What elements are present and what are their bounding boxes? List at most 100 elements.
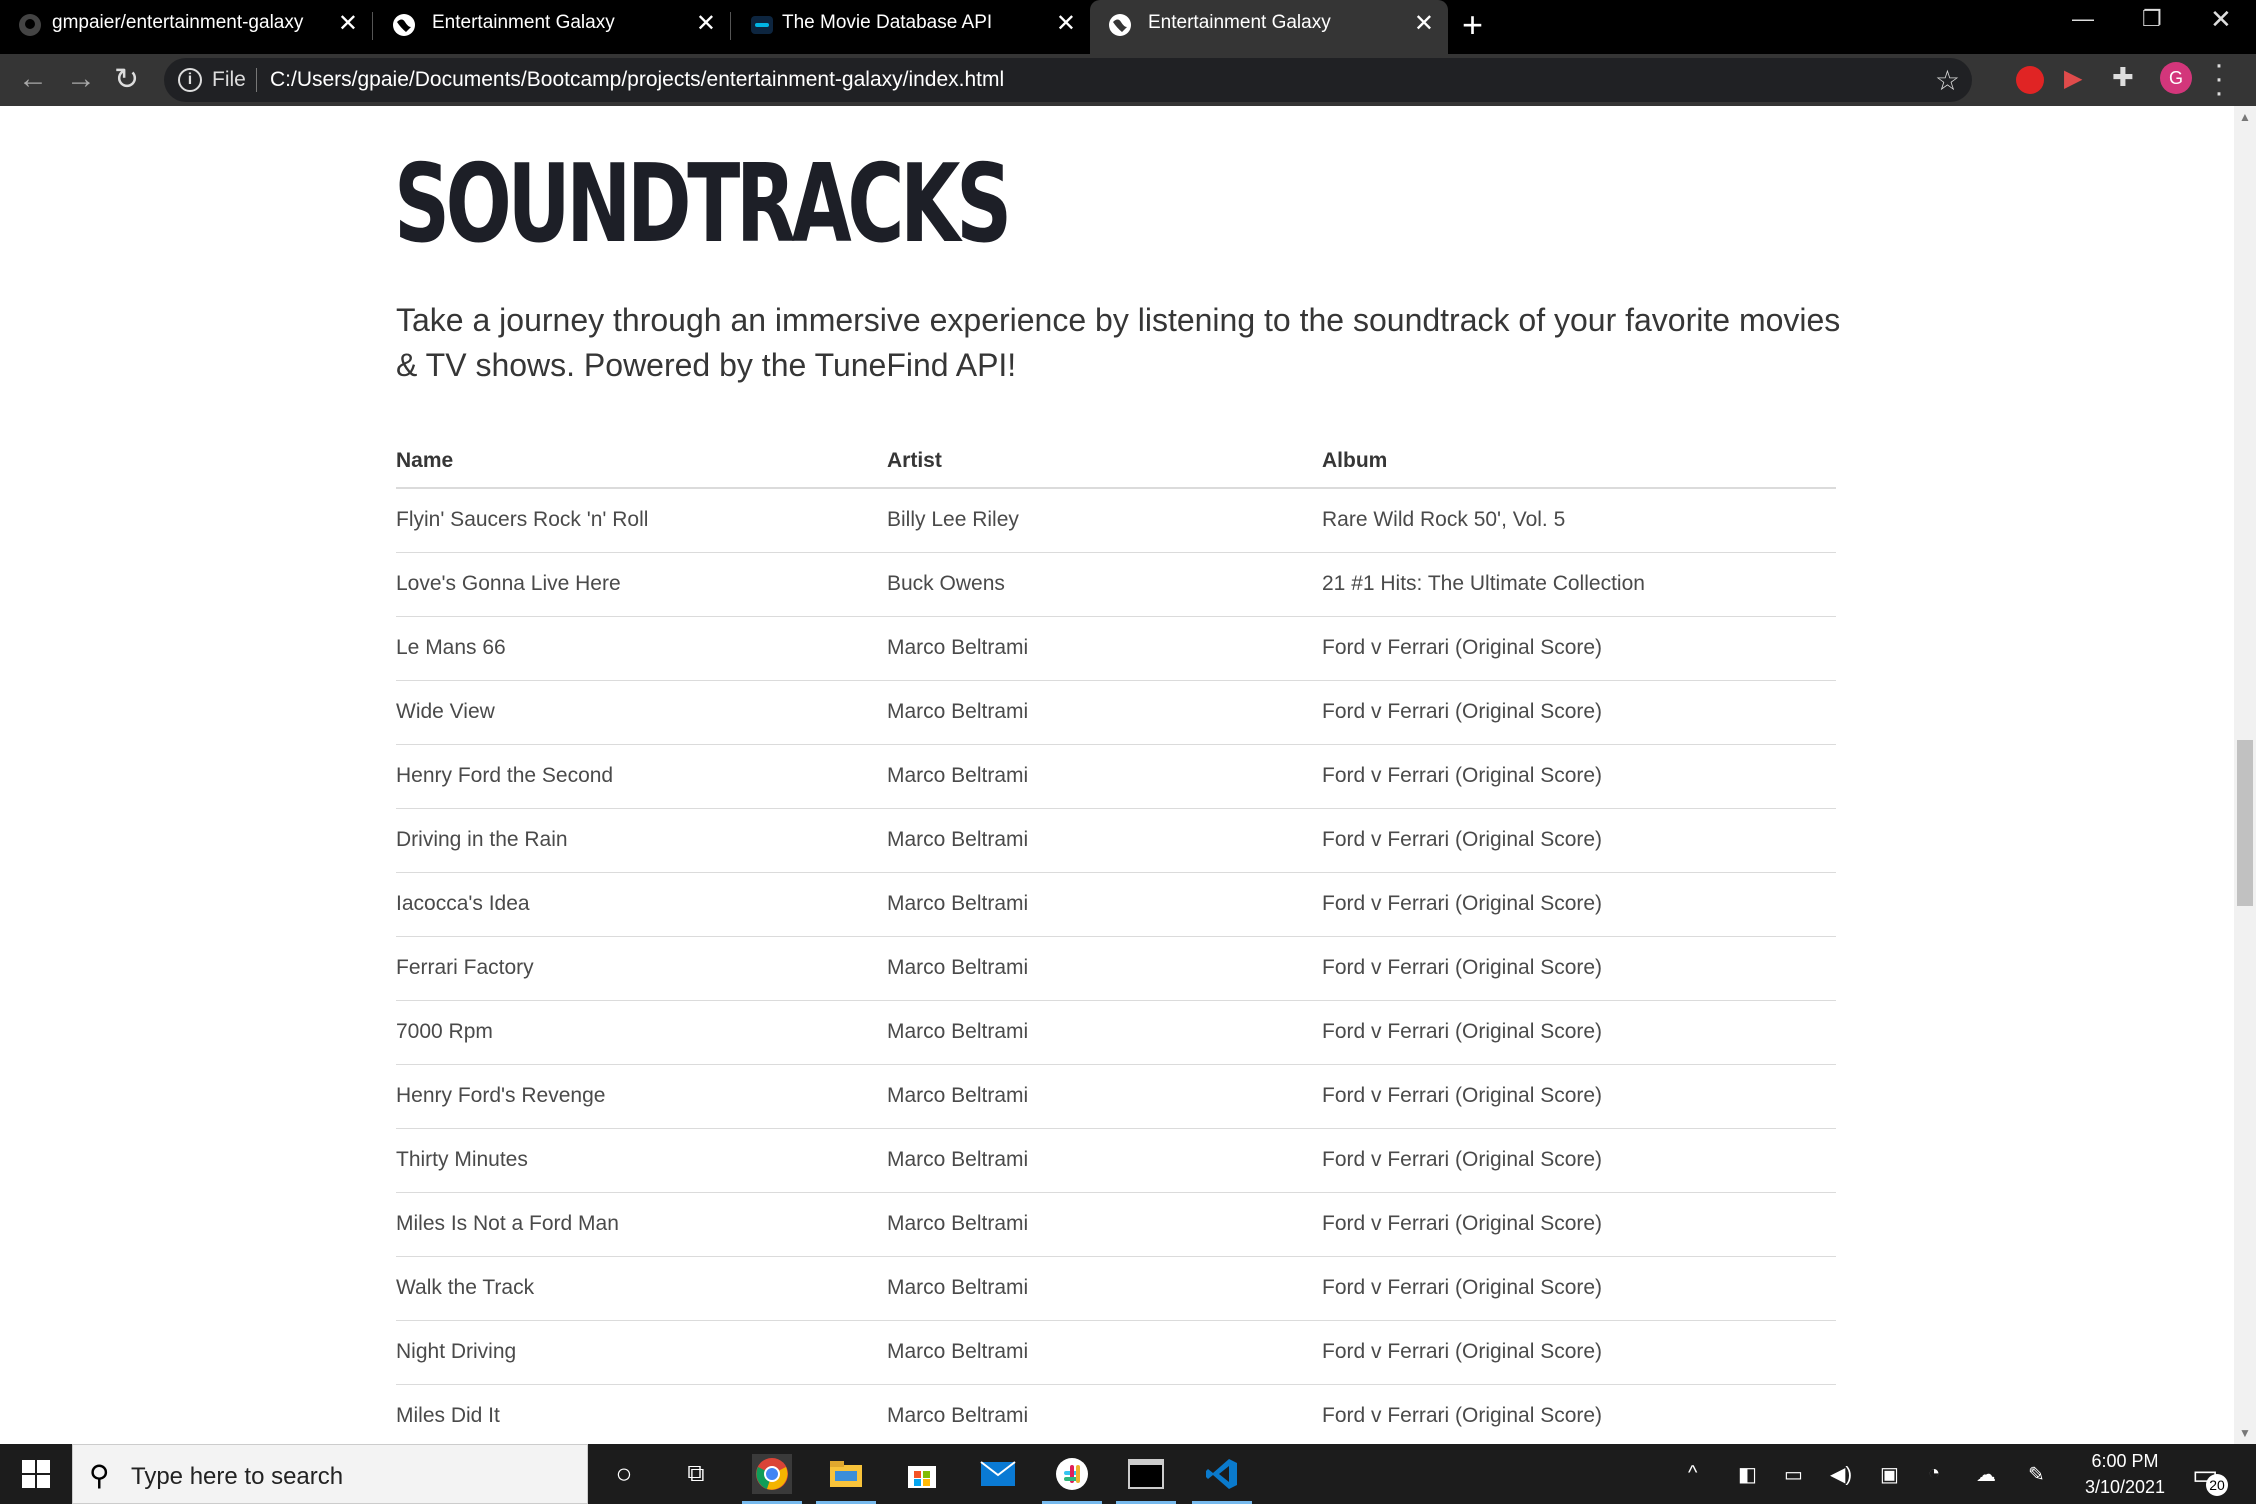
battery-icon[interactable]: ▭ bbox=[1784, 1462, 1803, 1487]
cell-artist: Marco Beltrami bbox=[887, 1320, 1322, 1385]
mail-icon[interactable] bbox=[978, 1454, 1018, 1494]
table-row: Miles Did It Marco Beltrami Ford v Ferrari… bbox=[396, 1384, 1836, 1444]
table-row: Thirty Minutes Marco Beltrami Ford v Ferra… bbox=[396, 1128, 1836, 1193]
cell-artist: Marco Beltrami bbox=[887, 744, 1322, 809]
cell-name: Le Mans 66 bbox=[396, 616, 887, 681]
cell-album: Ford v Ferrari (Original Score) bbox=[1322, 872, 1836, 937]
tab-tmdb[interactable]: The Movie Database API ✕ bbox=[732, 0, 1090, 50]
volume-icon[interactable]: ◀) bbox=[1830, 1462, 1852, 1487]
onedrive-icon[interactable]: ☁ bbox=[1976, 1462, 1996, 1487]
tab-divider bbox=[730, 12, 731, 40]
table-row: Iacocca's Idea Marco Beltrami Ford v Ferra… bbox=[396, 872, 1836, 937]
cell-album: Rare Wild Rock 50', Vol. 5 bbox=[1322, 488, 1836, 553]
cell-artist: Billy Lee Riley bbox=[887, 488, 1322, 553]
new-tab-button[interactable]: + bbox=[1462, 4, 1483, 46]
column-header-album: Album bbox=[1322, 424, 1836, 489]
ublock-extension-icon[interactable] bbox=[2016, 66, 2044, 94]
close-icon[interactable]: ✕ bbox=[1056, 9, 1076, 38]
cell-name: Driving in the Rain bbox=[396, 808, 887, 873]
scroll-down-icon[interactable]: ▼ bbox=[2239, 1426, 2251, 1440]
cell-name: Thirty Minutes bbox=[396, 1128, 887, 1193]
slack-icon[interactable] bbox=[1042, 1454, 1102, 1504]
browser-toolbar: ← → ↻ i File C:/Users/gpaie/Documents/Bo… bbox=[0, 54, 2256, 106]
cell-artist: Marco Beltrami bbox=[887, 1192, 1322, 1257]
security-icon[interactable]: ▣ bbox=[1880, 1462, 1899, 1487]
taskbar-search-box[interactable]: ⚲ Type here to search bbox=[72, 1444, 588, 1504]
page-scrollbar[interactable]: ▲ ▼ bbox=[2234, 106, 2256, 1444]
browser-menu-icon[interactable]: · · · bbox=[2214, 50, 2224, 108]
tab-github[interactable]: gmpaier/entertainment-galaxy ✕ bbox=[0, 0, 372, 50]
meet-now-icon[interactable]: ◧ bbox=[1738, 1462, 1757, 1487]
github-icon bbox=[19, 14, 41, 36]
minimize-icon[interactable]: — bbox=[2072, 6, 2094, 32]
tab-title: Entertainment Galaxy bbox=[1148, 12, 1331, 33]
tab-entertainment-galaxy-active[interactable]: Entertainment Galaxy ✕ bbox=[1090, 0, 1448, 54]
tab-divider bbox=[372, 12, 373, 40]
back-icon[interactable]: ← bbox=[18, 62, 48, 96]
table-header-row: Name Artist Album bbox=[396, 424, 1836, 489]
tab-title: The Movie Database API bbox=[782, 12, 993, 33]
cell-name: Henry Ford's Revenge bbox=[396, 1064, 887, 1129]
restore-icon[interactable]: ❐ bbox=[2142, 6, 2162, 32]
cell-album: Ford v Ferrari (Original Score) bbox=[1322, 616, 1836, 681]
reload-icon[interactable]: ↻ bbox=[114, 62, 139, 97]
table-row: Driving in the Rain Marco Beltrami Ford v … bbox=[396, 808, 1836, 873]
cell-artist: Marco Beltrami bbox=[887, 680, 1322, 745]
table-row: Love's Gonna Live Here Buck Owens 21 #1 Hi… bbox=[396, 552, 1836, 617]
scroll-up-icon[interactable]: ▲ bbox=[2239, 110, 2251, 124]
close-icon[interactable]: ✕ bbox=[1414, 9, 1434, 38]
table-row: Henry Ford the Second Marco Beltrami Ford … bbox=[396, 744, 1836, 809]
vscode-icon[interactable] bbox=[1192, 1454, 1252, 1504]
notification-count-badge: 20 bbox=[2206, 1474, 2228, 1496]
video-extension-icon[interactable]: ▶ bbox=[2064, 64, 2092, 92]
microsoft-store-icon[interactable] bbox=[902, 1454, 942, 1494]
cell-album: Ford v Ferrari (Original Score) bbox=[1322, 1064, 1836, 1129]
wifi-icon[interactable]: ◔ bbox=[1928, 1462, 1940, 1485]
extensions-puzzle-icon[interactable]: ✚ bbox=[2112, 62, 2140, 92]
page-viewport: SOUNDTRACKS Take a journey through an im… bbox=[0, 106, 2234, 1444]
cell-artist: Marco Beltrami bbox=[887, 936, 1322, 1001]
globe-icon bbox=[1109, 14, 1131, 36]
cell-name: Ferrari Factory bbox=[396, 936, 887, 1001]
chrome-icon[interactable] bbox=[742, 1454, 802, 1504]
terminal-icon[interactable] bbox=[1116, 1454, 1176, 1504]
table-row: Night Driving Marco Beltrami Ford v Ferrar… bbox=[396, 1320, 1836, 1385]
globe-icon bbox=[393, 14, 415, 36]
table-row: Wide View Marco Beltrami Ford v Ferrari (O… bbox=[396, 680, 1836, 745]
url-scheme: File bbox=[212, 68, 246, 91]
pen-icon[interactable]: ✎ bbox=[2028, 1462, 2045, 1487]
close-icon[interactable]: ✕ bbox=[696, 9, 716, 38]
cell-name: Wide View bbox=[396, 680, 887, 745]
cell-album: Ford v Ferrari (Original Score) bbox=[1322, 808, 1836, 873]
url-text[interactable]: C:/Users/gpaie/Documents/Bootcamp/projec… bbox=[270, 68, 1004, 92]
bookmark-star-icon[interactable]: ☆ bbox=[1935, 64, 1960, 97]
search-icon: ⚲ bbox=[89, 1460, 110, 1491]
show-hidden-icons-icon[interactable]: ^ bbox=[1688, 1462, 1697, 1485]
cortana-icon[interactable]: ○ bbox=[604, 1454, 644, 1494]
clock-time: 6:00 PM bbox=[2091, 1451, 2159, 1471]
cell-name: Walk the Track bbox=[396, 1256, 887, 1321]
table-row: Le Mans 66 Marco Beltrami Ford v Ferrari (… bbox=[396, 616, 1836, 681]
cell-album: Ford v Ferrari (Original Score) bbox=[1322, 744, 1836, 809]
address-bar[interactable]: i File C:/Users/gpaie/Documents/Bootcamp… bbox=[164, 58, 1972, 102]
taskbar-clock[interactable]: 6:00 PM 3/10/2021 bbox=[2080, 1448, 2170, 1500]
cell-artist: Marco Beltrami bbox=[887, 1256, 1322, 1321]
cell-album: Ford v Ferrari (Original Score) bbox=[1322, 1192, 1836, 1257]
task-view-icon[interactable]: ⧉ bbox=[676, 1454, 716, 1494]
close-icon[interactable]: ✕ bbox=[338, 9, 358, 38]
cell-album: Ford v Ferrari (Original Score) bbox=[1322, 680, 1836, 745]
cell-name: Iacocca's Idea bbox=[396, 872, 887, 937]
cell-artist: Buck Owens bbox=[887, 552, 1322, 617]
windows-start-icon[interactable] bbox=[22, 1460, 50, 1488]
window-close-icon[interactable]: ✕ bbox=[2210, 4, 2232, 35]
cell-name: Henry Ford the Second bbox=[396, 744, 887, 809]
file-explorer-icon[interactable] bbox=[816, 1454, 876, 1504]
cell-album: Ford v Ferrari (Original Score) bbox=[1322, 1256, 1836, 1321]
url-divider bbox=[256, 68, 257, 92]
tab-entertainment-galaxy[interactable]: Entertainment Galaxy ✕ bbox=[374, 0, 730, 50]
forward-icon[interactable]: → bbox=[66, 62, 96, 96]
info-icon[interactable]: i bbox=[178, 68, 202, 92]
scrollbar-thumb[interactable] bbox=[2237, 740, 2253, 906]
profile-avatar[interactable]: G bbox=[2160, 62, 2192, 94]
cell-artist: Marco Beltrami bbox=[887, 808, 1322, 873]
